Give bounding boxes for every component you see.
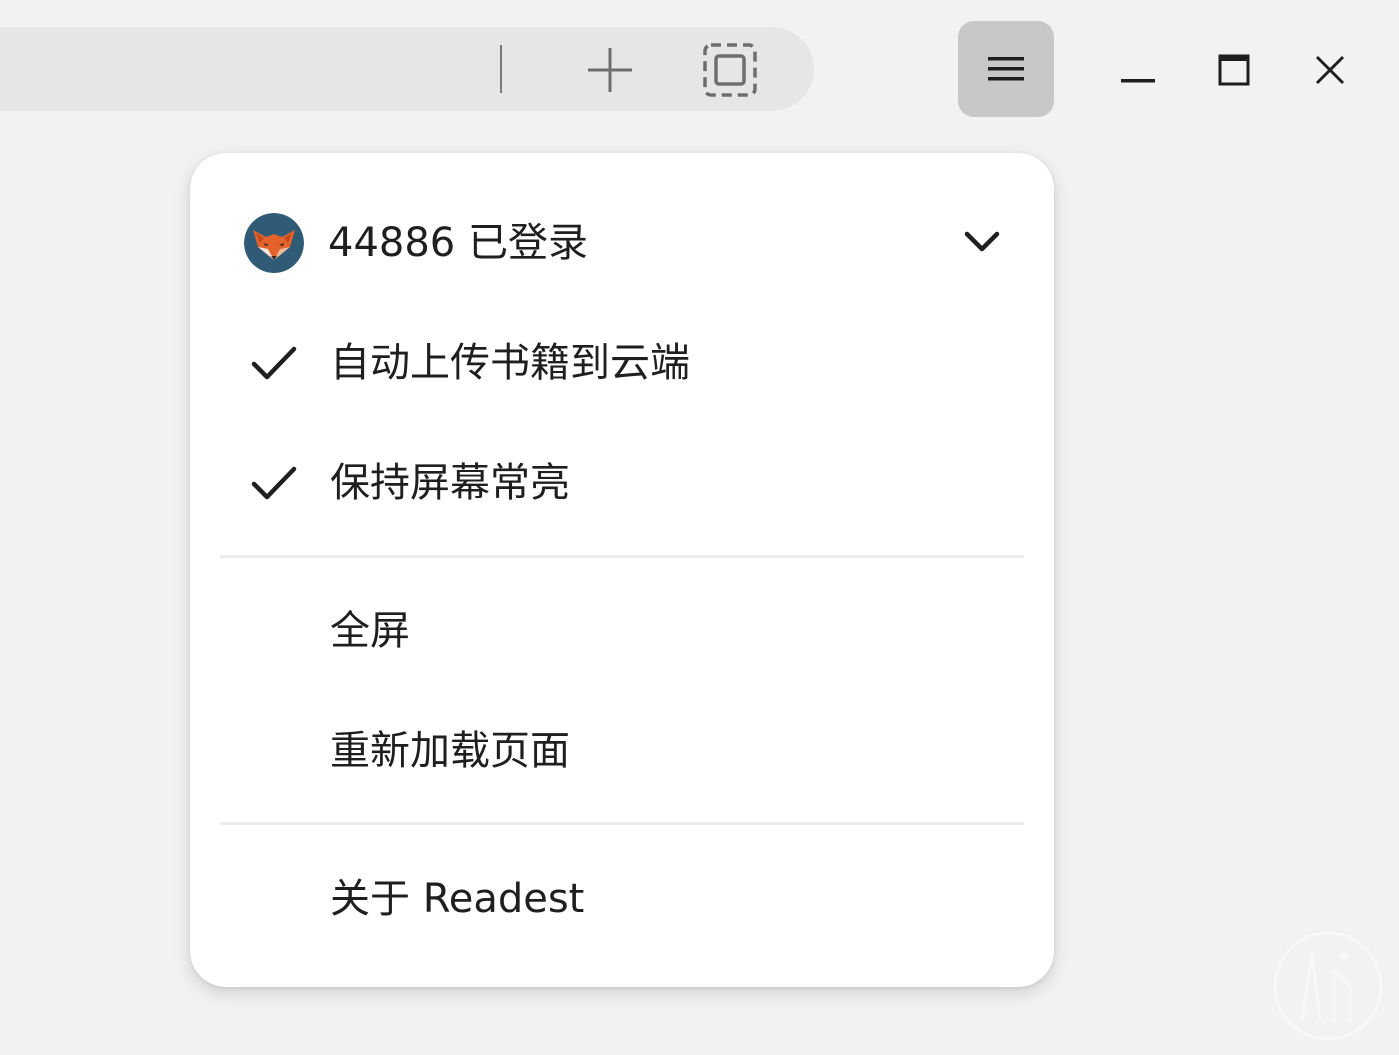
check-icon — [251, 466, 297, 500]
menu-item-keep-screen-awake[interactable]: 保持屏幕常亮 — [190, 433, 1054, 533]
menu-separator — [220, 822, 1024, 825]
menu-item-auto-upload[interactable]: 自动上传书籍到云端 — [190, 313, 1054, 413]
menu-item-label: 保持屏幕常亮 — [330, 460, 570, 506]
menu-button[interactable] — [958, 21, 1054, 117]
menu-separator — [220, 555, 1024, 558]
account-row[interactable]: 44886 已登录 — [190, 193, 1054, 293]
fox-avatar-icon — [244, 213, 304, 273]
fit-screen-icon — [703, 43, 757, 97]
hamburger-icon — [988, 57, 1024, 81]
settings-dropdown-menu: 44886 已登录 自动上传书籍到云端 保持屏幕常亮 全屏 重新加载页面 关于 … — [190, 153, 1054, 987]
menu-item-label: 关于 Readest — [330, 876, 585, 922]
menu-item-about[interactable]: 关于 Readest — [190, 849, 1054, 949]
fit-screen-button[interactable] — [698, 38, 762, 102]
toolbar-divider — [500, 45, 502, 93]
toolbar-pill — [0, 27, 814, 111]
minimize-icon — [1121, 79, 1155, 83]
close-icon — [1315, 55, 1345, 85]
menu-item-label: 重新加载页面 — [330, 728, 570, 774]
menu-item-label: 自动上传书籍到云端 — [330, 340, 690, 386]
minimize-button[interactable] — [1108, 40, 1168, 100]
menu-item-fullscreen[interactable]: 全屏 — [190, 581, 1054, 681]
maximize-icon — [1218, 54, 1250, 86]
close-button[interactable] — [1300, 40, 1360, 100]
avatar — [244, 213, 304, 273]
account-label: 44886 已登录 — [328, 220, 588, 266]
plus-icon — [588, 48, 632, 92]
chevron-down-icon[interactable] — [962, 221, 1002, 261]
app-window: 44886 已登录 自动上传书籍到云端 保持屏幕常亮 全屏 重新加载页面 关于 … — [0, 0, 1399, 1055]
check-icon — [251, 346, 297, 380]
watermark-logo — [1273, 931, 1383, 1041]
maximize-button[interactable] — [1204, 40, 1264, 100]
menu-item-label: 全屏 — [330, 608, 410, 654]
add-button[interactable] — [580, 40, 640, 100]
menu-item-reload-page[interactable]: 重新加载页面 — [190, 701, 1054, 801]
